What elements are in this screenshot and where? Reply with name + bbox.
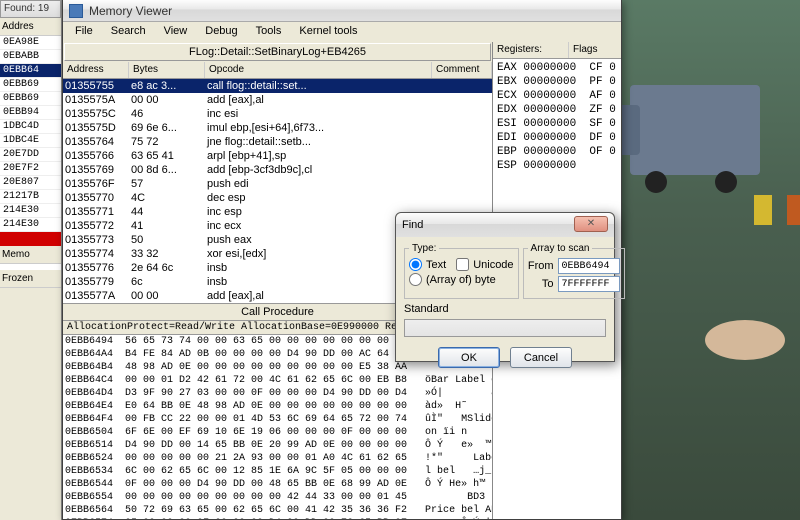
disasm-row[interactable]: 01355755e8 ac 3...call flog::detail::set… bbox=[63, 79, 492, 93]
location-label: FLog::Detail::SetBinaryLog+EB4265 bbox=[64, 43, 491, 61]
type-array-label: (Array of) byte bbox=[426, 274, 496, 286]
window-title: Memory Viewer bbox=[89, 4, 172, 18]
disasm-row[interactable]: 0135576663 65 41arpl [ebp+41],sp bbox=[63, 149, 492, 163]
registers-header: Registers: Flags bbox=[493, 42, 621, 59]
disasm-row[interactable]: 0135575C46inc esi bbox=[63, 107, 492, 121]
range-group: Array to scan From To bbox=[523, 243, 625, 299]
from-label: From bbox=[528, 260, 554, 272]
array-to-scan-label: Array to scan bbox=[528, 243, 593, 254]
frozen-header[interactable]: Frozen bbox=[0, 270, 61, 288]
find-titlebar[interactable]: Find ✕ bbox=[396, 213, 614, 237]
disasm-row[interactable]: 0135576F57push edi bbox=[63, 177, 492, 191]
address-row[interactable]: 1DBC4E bbox=[0, 134, 61, 148]
disasm-row[interactable]: 0135576900 8d 6...add [ebp-3cf3db9c],cl bbox=[63, 163, 492, 177]
menu-view[interactable]: View bbox=[156, 22, 196, 42]
address-row[interactable]: 20E7F2 bbox=[0, 162, 61, 176]
col-bytes[interactable]: Bytes bbox=[129, 62, 205, 78]
address-row[interactable]: 0EBB64 bbox=[0, 64, 61, 78]
search-text-label: Standard bbox=[404, 303, 606, 315]
type-array-radio[interactable] bbox=[409, 273, 422, 286]
game-object bbox=[787, 195, 800, 225]
app-icon bbox=[69, 4, 83, 18]
address-row[interactable]: 20E807 bbox=[0, 176, 61, 190]
disasm-row[interactable]: 0135575A00 00add [eax],al bbox=[63, 93, 492, 107]
search-text-input[interactable] bbox=[404, 319, 606, 337]
close-button[interactable]: ✕ bbox=[574, 216, 608, 232]
disasm-row[interactable]: 013557704Cdec esp bbox=[63, 191, 492, 205]
address-row[interactable]: 1DBC4D bbox=[0, 120, 61, 134]
type-text-radio[interactable] bbox=[409, 258, 422, 271]
address-list-panel: Found: 19 Addres 0EA98E0EBABB0EBB640EBB6… bbox=[0, 0, 62, 520]
to-input[interactable] bbox=[558, 276, 620, 292]
find-dialog: Find ✕ Type: Text Unicode (Array of) byt… bbox=[395, 212, 615, 362]
address-row[interactable]: 214E30 bbox=[0, 204, 61, 218]
disasm-row[interactable]: 0135576475 72jne flog::detail::setb... bbox=[63, 135, 492, 149]
address-column-head[interactable]: Addres bbox=[0, 18, 61, 36]
menu-file[interactable]: File bbox=[67, 22, 101, 42]
from-input[interactable] bbox=[558, 258, 620, 274]
col-address[interactable]: Address bbox=[63, 62, 129, 78]
address-row[interactable]: 0EBB69 bbox=[0, 92, 61, 106]
address-row[interactable]: 214E30 bbox=[0, 218, 61, 232]
titlebar[interactable]: Memory Viewer bbox=[63, 0, 621, 22]
col-comment[interactable]: Comment bbox=[432, 62, 492, 78]
col-flags[interactable]: Flags bbox=[569, 42, 601, 58]
game-object bbox=[705, 320, 785, 360]
disasm-header: Address Bytes Opcode Comment bbox=[63, 62, 492, 79]
address-row[interactable]: 0EA98E bbox=[0, 36, 61, 50]
col-registers[interactable]: Registers: bbox=[493, 42, 569, 58]
menu-tools[interactable]: Tools bbox=[248, 22, 290, 42]
found-count-title: Found: 19 bbox=[0, 0, 61, 18]
type-group: Type: Text Unicode (Array of) byte bbox=[404, 243, 519, 299]
menu-kernel-tools[interactable]: Kernel tools bbox=[291, 22, 365, 42]
address-row[interactable]: 21217B bbox=[0, 190, 61, 204]
game-object bbox=[754, 195, 772, 225]
menu-search[interactable]: Search bbox=[103, 22, 154, 42]
menu-debug[interactable]: Debug bbox=[197, 22, 245, 42]
unicode-label: Unicode bbox=[473, 259, 513, 271]
type-text-label: Text bbox=[426, 259, 446, 271]
type-label: Type: bbox=[409, 243, 439, 254]
menubar: File Search View Debug Tools Kernel tool… bbox=[63, 22, 621, 42]
address-row[interactable]: 20E7DD bbox=[0, 148, 61, 162]
game-truck bbox=[630, 85, 760, 175]
to-label: To bbox=[528, 278, 554, 290]
disasm-row[interactable]: 0135575D69 6e 6...imul ebp,[esi+64],6f73… bbox=[63, 121, 492, 135]
address-row[interactable]: 0EBB69 bbox=[0, 78, 61, 92]
cancel-button[interactable]: Cancel bbox=[510, 347, 572, 368]
separator bbox=[0, 232, 61, 246]
address-row[interactable]: 0EBB94 bbox=[0, 106, 61, 120]
col-opcode[interactable]: Opcode bbox=[205, 62, 432, 78]
find-title: Find bbox=[402, 219, 423, 231]
ok-button[interactable]: OK bbox=[438, 347, 500, 368]
unicode-checkbox[interactable] bbox=[456, 258, 469, 271]
address-row[interactable]: 0EBABB bbox=[0, 50, 61, 64]
memo-header[interactable]: Memo bbox=[0, 246, 61, 264]
